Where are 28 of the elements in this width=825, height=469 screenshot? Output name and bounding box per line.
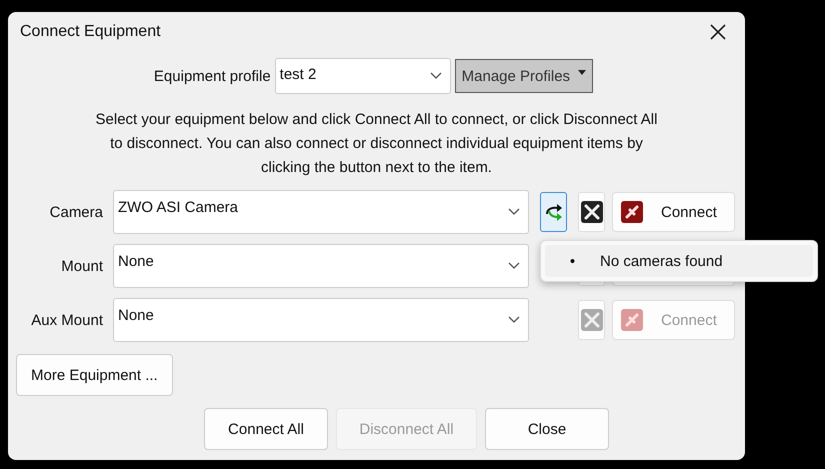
plug-icon bbox=[621, 309, 643, 331]
dialog-button[interactable]: Connect All bbox=[204, 408, 328, 450]
refresh-arrows-icon bbox=[544, 202, 564, 222]
device-label: Aux Mount bbox=[30, 312, 103, 328]
chevron-down-icon bbox=[430, 72, 442, 80]
profile-dropdown[interactable]: test 2 bbox=[274, 58, 451, 94]
more-equipment-button[interactable]: More Equipment ... bbox=[16, 354, 173, 396]
chevron-down-icon bbox=[508, 262, 520, 270]
device-label: Mount bbox=[60, 258, 103, 274]
caret-icon bbox=[578, 70, 586, 74]
window-title: Connect Equipment bbox=[20, 23, 161, 41]
tools-icon bbox=[580, 201, 602, 223]
close-icon[interactable] bbox=[710, 24, 726, 40]
connect-button[interactable]: Connect bbox=[612, 192, 735, 232]
settings-button[interactable] bbox=[578, 192, 605, 232]
device-dropdown[interactable]: None bbox=[113, 244, 529, 288]
device-label: Camera bbox=[48, 204, 103, 220]
profile-label: Equipment profile bbox=[154, 68, 271, 84]
instructions-text: Select your equipment below and click Connect All to connect, or click Disconnect All to disconnect. You can also connect or disconnect individual equipment items by clicking the button next to the item. bbox=[94, 110, 658, 178]
dialog-button[interactable]: Close bbox=[485, 408, 609, 450]
chevron-down-icon bbox=[508, 208, 520, 216]
chevron-down-icon bbox=[508, 316, 520, 324]
device-dropdown[interactable]: ZWO ASI Camera bbox=[113, 190, 529, 234]
manage-profiles-button[interactable]: Manage Profiles bbox=[454, 59, 594, 93]
plug-icon bbox=[621, 201, 643, 223]
refresh-button[interactable] bbox=[540, 192, 567, 232]
tools-icon bbox=[580, 309, 602, 331]
menu-item[interactable]: • No cameras found bbox=[545, 245, 813, 277]
